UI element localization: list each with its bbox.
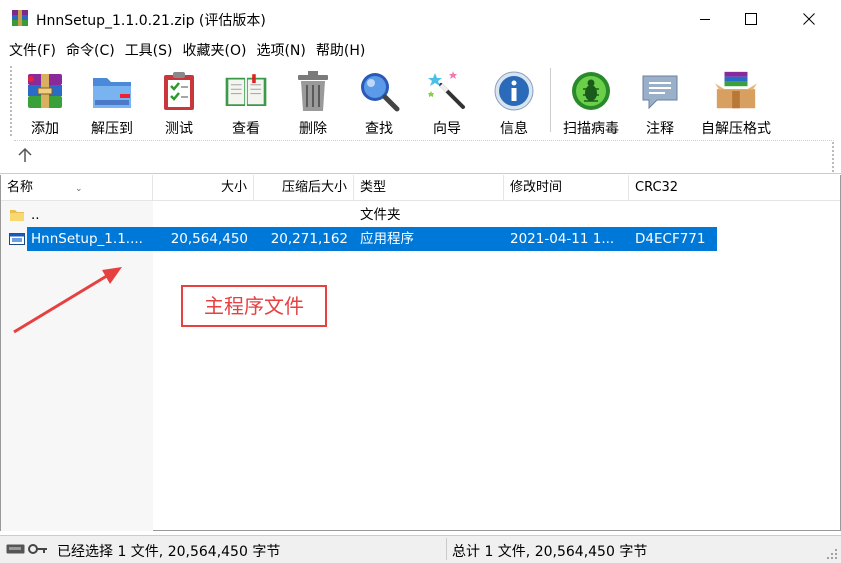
wizard-label: 向导 bbox=[433, 121, 461, 137]
find-label: 查找 bbox=[365, 121, 393, 137]
column-name[interactable]: 名称 ⌄ bbox=[1, 175, 153, 201]
sfx-button[interactable]: 自解压格式 bbox=[698, 68, 774, 138]
file-crc32: D4ECF771 bbox=[635, 231, 706, 247]
extract-to-label: 解压到 bbox=[91, 121, 133, 137]
menu-file[interactable]: 文件(F) bbox=[4, 40, 61, 60]
toolbar-divider bbox=[14, 140, 834, 141]
title-bar: HnnSetup_1.1.0.21.zip (评估版本) bbox=[0, 0, 841, 38]
status-divider bbox=[446, 538, 447, 560]
file-name: .. bbox=[31, 207, 40, 223]
toolbar-grip-right[interactable] bbox=[832, 142, 834, 172]
column-modified[interactable]: 修改时间 bbox=[504, 175, 629, 201]
column-header: 名称 ⌄ 大小 压缩后大小 类型 修改时间 CRC32 bbox=[1, 175, 840, 201]
info-button[interactable]: 信息 bbox=[491, 68, 537, 138]
maximize-icon bbox=[745, 13, 757, 25]
file-size: 20,564,450 bbox=[170, 231, 248, 247]
file-type: 应用程序 bbox=[360, 231, 414, 247]
status-total: 总计 1 文件, 20,564,450 字节 bbox=[452, 544, 648, 560]
menu-favorites[interactable]: 收藏夹(O) bbox=[178, 40, 252, 60]
info-icon bbox=[494, 71, 534, 110]
extract-to-folder-icon bbox=[93, 77, 131, 108]
annotation-arrow-icon bbox=[13, 267, 122, 334]
virus-scan-icon bbox=[572, 71, 610, 110]
comment-button[interactable]: 注释 bbox=[637, 68, 683, 138]
winrar-app-icon[interactable] bbox=[11, 9, 29, 27]
column-size[interactable]: 大小 bbox=[153, 175, 254, 201]
close-button[interactable] bbox=[786, 0, 832, 38]
minimize-icon bbox=[700, 19, 710, 20]
delete-trash-icon bbox=[298, 70, 328, 111]
add-archive-icon bbox=[28, 73, 62, 108]
delete-button[interactable]: 删除 bbox=[290, 68, 336, 138]
sfx-label: 自解压格式 bbox=[701, 121, 771, 137]
comment-icon bbox=[642, 75, 678, 109]
find-button[interactable]: 查找 bbox=[356, 68, 402, 138]
virus-scan-button[interactable]: 扫描病毒 bbox=[561, 68, 621, 138]
file-type: 文件夹 bbox=[360, 207, 401, 223]
status-bar: 已经选择 1 文件, 20,564,450 字节 总计 1 文件, 20,564… bbox=[0, 535, 841, 563]
maximize-button[interactable] bbox=[728, 0, 774, 38]
annotation-label: 主程序文件 bbox=[181, 285, 327, 327]
view-button[interactable]: 查看 bbox=[218, 68, 274, 138]
list-item-selected[interactable]: HnnSetup_1.1.... 20,564,450 20,271,162 应… bbox=[1, 227, 840, 251]
resize-grip-icon[interactable] bbox=[826, 548, 838, 560]
file-modified: 2021-04-11 1... bbox=[510, 231, 615, 247]
menu-help[interactable]: 帮助(H) bbox=[311, 40, 370, 60]
find-magnifier-icon bbox=[361, 72, 400, 111]
test-label: 测试 bbox=[165, 121, 193, 137]
info-label: 信息 bbox=[500, 121, 528, 137]
close-icon bbox=[803, 13, 815, 25]
test-button[interactable]: 测试 bbox=[156, 68, 202, 138]
column-crc32[interactable]: CRC32 bbox=[629, 175, 717, 201]
extract-to-button[interactable]: 解压到 bbox=[88, 68, 136, 138]
add-button[interactable]: 添加 bbox=[22, 68, 68, 138]
comment-label: 注释 bbox=[646, 121, 674, 137]
delete-label: 删除 bbox=[299, 121, 327, 137]
up-arrow-icon[interactable] bbox=[16, 146, 34, 164]
menu-bar: 文件(F) 命令(C) 工具(S) 收藏夹(O) 选项(N) 帮助(H) bbox=[0, 38, 841, 62]
toolbar: 添加 解压到 测试 查看 删除 查找 向导 信息 扫描病毒 注释 自解压格式 bbox=[0, 62, 841, 174]
menu-options[interactable]: 选项(N) bbox=[251, 40, 310, 60]
file-packed-size: 20,271,162 bbox=[270, 231, 348, 247]
column-type[interactable]: 类型 bbox=[354, 175, 504, 201]
list-item[interactable]: .. 文件夹 bbox=[1, 203, 840, 227]
application-icon bbox=[9, 233, 25, 245]
minimize-button[interactable] bbox=[682, 0, 728, 38]
file-name: HnnSetup_1.1.... bbox=[31, 231, 143, 247]
file-list[interactable]: 名称 ⌄ 大小 压缩后大小 类型 修改时间 CRC32 .. 文件夹 HnnSe… bbox=[0, 175, 841, 531]
view-label: 查看 bbox=[232, 121, 260, 137]
sfx-box-icon bbox=[714, 71, 758, 108]
status-selected: 已经选择 1 文件, 20,564,450 字节 bbox=[57, 544, 281, 560]
sort-arrow-icon: ⌄ bbox=[75, 184, 83, 194]
view-book-icon bbox=[225, 73, 267, 106]
menu-command[interactable]: 命令(C) bbox=[61, 40, 120, 60]
toolbar-grip[interactable] bbox=[10, 66, 12, 136]
menu-tools[interactable]: 工具(S) bbox=[120, 40, 178, 60]
toolbar-separator bbox=[550, 68, 551, 132]
virus-scan-label: 扫描病毒 bbox=[563, 121, 619, 137]
window-title: HnnSetup_1.1.0.21.zip (评估版本) bbox=[36, 13, 266, 29]
column-packed-size[interactable]: 压缩后大小 bbox=[254, 175, 354, 201]
test-clipboard-icon bbox=[164, 71, 194, 110]
folder-icon bbox=[10, 210, 24, 221]
add-label: 添加 bbox=[31, 121, 59, 137]
column-name-label: 名称 bbox=[7, 180, 34, 195]
drive-key-icon[interactable] bbox=[6, 542, 48, 556]
wizard-wand-icon bbox=[428, 70, 465, 109]
wizard-button[interactable]: 向导 bbox=[424, 68, 470, 138]
